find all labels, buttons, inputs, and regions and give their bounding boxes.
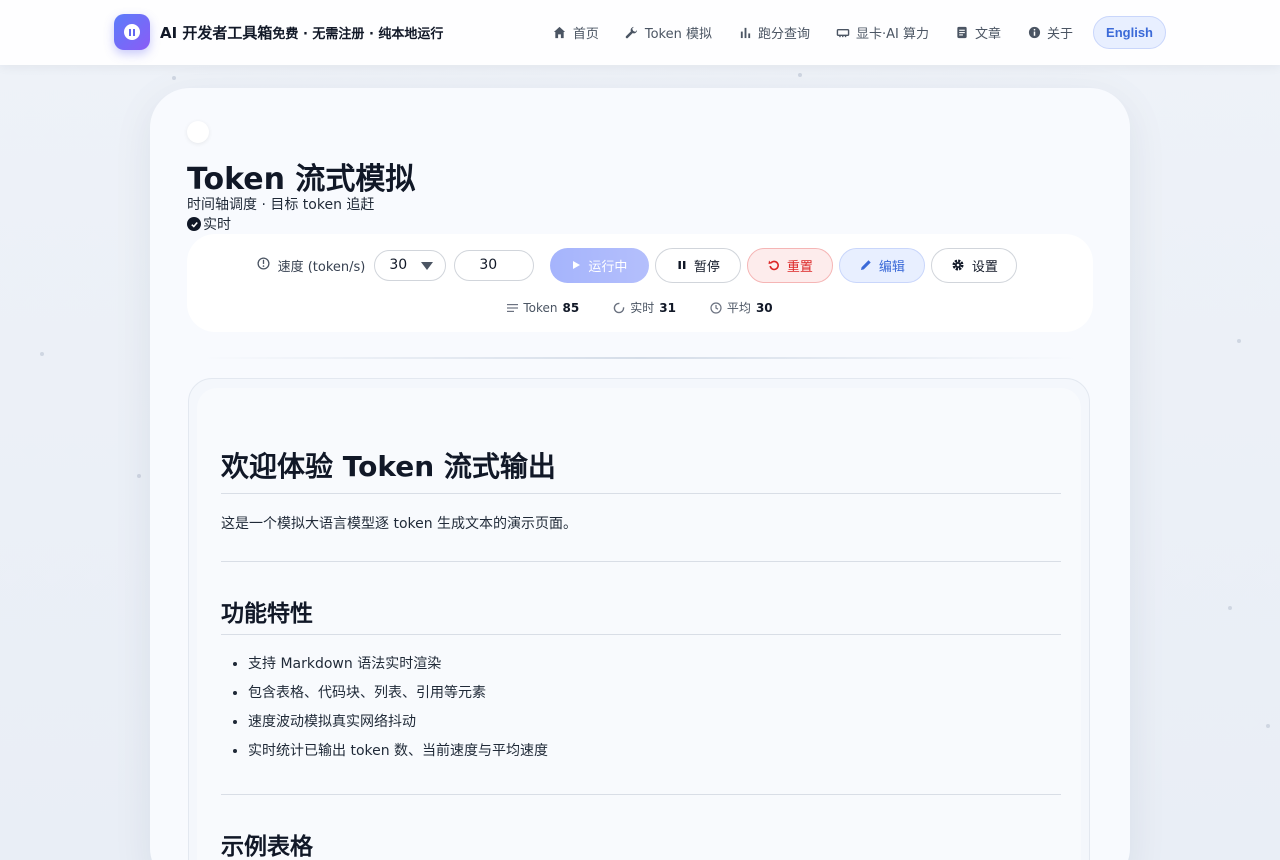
- settings-button[interactable]: 设置: [931, 247, 1018, 283]
- nav-label: 关于: [1047, 27, 1074, 42]
- speed-label: 速度 (token/s): [257, 256, 366, 275]
- pause-button[interactable]: 暂停: [655, 247, 742, 283]
- speed-select-value: 30: [389, 257, 408, 273]
- stat-token-label: Token: [523, 300, 558, 315]
- control-row: 速度 (token/s) 30 运行中 暂停: [187, 247, 1093, 283]
- stat-live-value: 31: [659, 300, 676, 315]
- nav-item-about[interactable]: 关于: [1027, 23, 1073, 42]
- reset-button[interactable]: 重置: [747, 247, 834, 283]
- check-circle-icon: [187, 217, 201, 231]
- main-nav: 首页 Token 模拟 跑分查询 显卡·AI 算力 文章 关于 English: [527, 16, 1166, 49]
- live-status-badge: 实时: [187, 214, 231, 234]
- background-dot: [172, 76, 176, 80]
- gpu-icon: [836, 26, 850, 40]
- output-viewport[interactable]: 欢迎体验 Token 流式输出 这是一个模拟大语言模型逐 token 生成文本的…: [197, 388, 1081, 860]
- output-heading-features: 功能特性: [221, 594, 1061, 635]
- pause-button-label: 暂停: [693, 258, 720, 274]
- background-dot: [40, 352, 44, 356]
- run-button-label: 运行中: [588, 258, 628, 274]
- nav-item-articles[interactable]: 文章: [955, 23, 1001, 42]
- nav-label: 首页: [572, 27, 599, 42]
- home-icon: [553, 26, 567, 40]
- language-toggle-button[interactable]: English: [1093, 16, 1166, 49]
- brand-subtitle: 免费 · 无需注册 · 纯本地运行: [272, 26, 444, 42]
- card-status-icon: [187, 121, 209, 143]
- nav-item-token-sim[interactable]: Token 模拟: [625, 23, 712, 42]
- spinner-icon: [613, 302, 625, 314]
- list-item: 速度波动模拟真实网络抖动: [248, 708, 1061, 737]
- brand-logo-icon: [114, 14, 150, 50]
- nav-item-benchmark[interactable]: 跑分查询: [738, 23, 810, 42]
- brand[interactable]: AI 开发者工具箱 免费 · 无需注册 · 纯本地运行: [114, 14, 443, 50]
- edit-button[interactable]: 编辑: [839, 247, 926, 283]
- speed-select[interactable]: 30: [374, 249, 447, 281]
- nav-item-home[interactable]: 首页: [553, 23, 599, 42]
- background-dot: [137, 474, 141, 478]
- markdown-output: 欢迎体验 Token 流式输出 这是一个模拟大语言模型逐 token 生成文本的…: [221, 388, 1061, 860]
- stats-row: Token 85 实时 31 平均 30: [187, 299, 1093, 316]
- stat-live: 实时 31: [613, 299, 676, 316]
- top-header: AI 开发者工具箱 免费 · 无需注册 · 纯本地运行 首页 Token 模拟 …: [0, 0, 1280, 65]
- stat-token: Token 85: [507, 299, 579, 316]
- pause-icon: [677, 260, 687, 270]
- caret-down-icon: [421, 261, 434, 270]
- brand-title: AI 开发者工具箱: [160, 23, 273, 42]
- pencil-icon: [860, 259, 872, 271]
- document-icon: [955, 26, 969, 40]
- nav-label: 跑分查询: [758, 27, 811, 42]
- list-item: 支持 Markdown 语法实时渲染: [248, 650, 1061, 679]
- info-icon: [1027, 26, 1041, 40]
- nav-label: Token 模拟: [644, 27, 712, 42]
- reset-button-label: 重置: [786, 258, 813, 274]
- output-divider: [221, 561, 1061, 562]
- run-button[interactable]: 运行中: [550, 247, 650, 283]
- speed-input[interactable]: [454, 249, 535, 281]
- lines-icon: [507, 303, 519, 313]
- stat-token-value: 85: [562, 300, 580, 315]
- list-item: 包含表格、代码块、列表、引用等元素: [248, 679, 1061, 708]
- output-panel: 欢迎体验 Token 流式输出 这是一个模拟大语言模型逐 token 生成文本的…: [188, 378, 1090, 860]
- output-heading-1: 欢迎体验 Token 流式输出: [221, 445, 1061, 494]
- output-paragraph: 这是一个模拟大语言模型逐 token 生成文本的演示页面。: [221, 516, 578, 532]
- background-dot: [798, 73, 802, 77]
- background-dot: [1228, 606, 1232, 610]
- output-heading-table: 示例表格: [221, 827, 1061, 860]
- page-title: Token 流式模拟: [187, 162, 416, 197]
- speed-label-text: 速度 (token/s): [277, 259, 366, 275]
- stat-average: 平均 30: [710, 299, 773, 316]
- settings-button-label: 设置: [971, 258, 998, 274]
- live-status-label: 实时: [203, 217, 231, 233]
- nav-label: 显卡·AI 算力: [856, 27, 930, 42]
- reset-icon: [768, 259, 780, 271]
- feature-list: 支持 Markdown 语法实时渲染 包含表格、代码块、列表、引用等元素 速度波…: [248, 650, 1061, 766]
- nav-label: 文章: [975, 27, 1002, 42]
- output-divider: [221, 794, 1061, 795]
- background-dot: [1266, 724, 1270, 728]
- stat-average-value: 30: [755, 300, 773, 315]
- page-subtitle: 时间轴调度 · 目标 token 追赶: [187, 197, 375, 213]
- stat-live-label: 实时: [630, 301, 655, 315]
- edit-button-label: 编辑: [878, 258, 905, 274]
- main-card: Token 流式模拟 时间轴调度 · 目标 token 追赶 实时 速度 (to…: [150, 88, 1130, 860]
- play-icon: [572, 260, 581, 270]
- clock-icon: [710, 301, 722, 314]
- background-dot: [1237, 339, 1241, 343]
- wrench-icon: [625, 26, 639, 40]
- control-panel: 速度 (token/s) 30 运行中 暂停: [187, 234, 1093, 332]
- bar-chart-icon: [738, 26, 752, 40]
- stat-average-label: 平均: [726, 301, 751, 315]
- section-divider: [200, 357, 1080, 359]
- speedometer-icon: [257, 256, 270, 274]
- nav-item-gpu[interactable]: 显卡·AI 算力: [836, 23, 929, 42]
- gear-icon: [951, 258, 965, 272]
- list-item: 实时统计已输出 token 数、当前速度与平均速度: [248, 737, 1061, 766]
